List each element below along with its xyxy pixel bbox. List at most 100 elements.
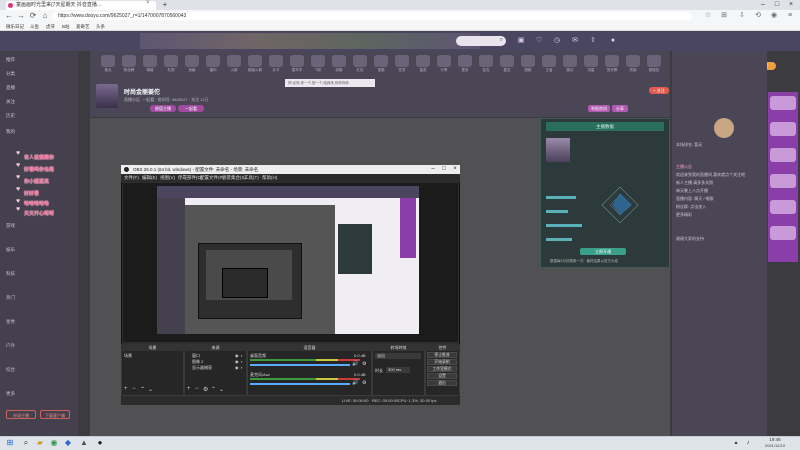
gift-icon[interactable]: [584, 55, 598, 67]
scene-up-icon[interactable]: ⌃: [140, 386, 145, 393]
obs-menu-item[interactable]: 场景集合(S): [222, 174, 246, 182]
clock-date[interactable]: 2021/12/10: [760, 443, 790, 448]
gift-icon[interactable]: [437, 55, 451, 67]
sidebar-item[interactable]: 更多: [6, 390, 15, 398]
gift-icon[interactable]: [395, 55, 409, 67]
windows-start-icon[interactable]: ⊞: [4, 437, 16, 449]
sidebar-item[interactable]: 我的: [6, 128, 15, 136]
gift-icon[interactable]: [626, 55, 640, 67]
tab-close-icon[interactable]: ×: [146, 0, 150, 6]
sidebar-item[interactable]: 游戏: [6, 222, 15, 230]
close-window-icon[interactable]: ×: [784, 0, 798, 10]
app-taskbar-icon[interactable]: ▲: [78, 437, 90, 449]
obs-menu-item[interactable]: 配置文件(P): [200, 174, 224, 182]
network-icon[interactable]: ▴: [730, 437, 742, 449]
speaker-icon[interactable]: 🔊: [352, 361, 358, 367]
source-remove-icon[interactable]: −: [195, 386, 199, 392]
obs-close-icon[interactable]: ×: [450, 165, 460, 174]
obs-menu-item[interactable]: 编辑(E): [142, 174, 157, 182]
gear-icon[interactable]: ⚙: [362, 380, 366, 386]
follow-button[interactable]: + 关注: [649, 87, 669, 94]
live-icon[interactable]: ▣: [516, 36, 526, 46]
card-action-button[interactable]: 立即开通: [580, 248, 626, 255]
download-client-button[interactable]: 下载客户端: [40, 410, 70, 419]
downloads-icon[interactable]: ⇩: [738, 12, 746, 20]
browser-taskbar-icon[interactable]: ◉: [48, 437, 60, 449]
transition-select[interactable]: 淡出: [375, 353, 421, 359]
sidebar-item[interactable]: 推荐: [6, 56, 15, 64]
gift-icon[interactable]: [479, 55, 493, 67]
source-item[interactable]: 显示器捕获: [192, 365, 212, 371]
gift-icon[interactable]: [500, 55, 514, 67]
clock-time[interactable]: 19:46: [760, 437, 790, 442]
eye-icon[interactable]: ◉: [235, 359, 239, 364]
stop-stream-button[interactable]: 停止推流: [427, 352, 457, 358]
gift-icon[interactable]: [164, 55, 178, 67]
source-add-icon[interactable]: +: [187, 386, 191, 392]
lock-icon[interactable]: ▪: [241, 365, 242, 370]
scene-remove-icon[interactable]: −: [132, 386, 136, 392]
gift-icon[interactable]: [416, 55, 430, 67]
promo-item[interactable]: [770, 96, 796, 110]
studio-mode-button[interactable]: 工作室模式: [427, 366, 457, 372]
profile-icon[interactable]: ◉: [770, 12, 778, 20]
bookmark-item[interactable]: B站: [62, 22, 70, 31]
obs-menu-item[interactable]: 视图(V): [160, 174, 175, 182]
browser-tab[interactable]: 童画画时光里来(7天星期天 抖音直播…: [6, 1, 156, 10]
history-icon[interactable]: ⟲: [754, 12, 762, 20]
lock-icon[interactable]: ▪: [241, 353, 242, 358]
obs-maximize-icon[interactable]: □: [439, 165, 449, 174]
sidebar-item[interactable]: 科技: [6, 270, 15, 278]
obs-menu-item[interactable]: 文件(F): [124, 174, 139, 182]
gift-icon[interactable]: [605, 55, 619, 67]
promo-item[interactable]: [770, 148, 796, 162]
sidebar-item[interactable]: 关注: [6, 98, 15, 106]
gift-icon[interactable]: [122, 55, 136, 67]
bookmark-item[interactable]: 头条: [96, 22, 105, 31]
exit-button[interactable]: 退出: [427, 380, 457, 386]
gift-icon[interactable]: [521, 55, 535, 67]
forward-icon[interactable]: →: [16, 10, 26, 22]
minimize-icon[interactable]: –: [756, 0, 770, 10]
obs-menu-item[interactable]: 停靠部件(D): [178, 174, 202, 182]
follow-icon[interactable]: ♡: [534, 36, 544, 46]
bookmark-item[interactable]: 虎牙: [46, 22, 55, 31]
gift-icon[interactable]: [290, 55, 304, 67]
eye-icon[interactable]: ◉: [235, 365, 239, 370]
search-taskbar-icon[interactable]: ⌕: [20, 437, 32, 449]
obs-taskbar-icon[interactable]: ●: [94, 437, 106, 449]
lock-icon[interactable]: ▪: [241, 359, 242, 364]
app-taskbar-icon[interactable]: ◆: [62, 437, 74, 449]
apply-streamer-button[interactable]: 申请主播: [6, 410, 36, 419]
gift-icon[interactable]: [248, 55, 262, 67]
gift-icon[interactable]: [206, 55, 220, 67]
url-input[interactable]: https://www.douyu.com/9625027_r=1/147000…: [52, 12, 692, 20]
gift-icon[interactable]: [563, 55, 577, 67]
gift-icon[interactable]: [227, 55, 241, 67]
reload-icon[interactable]: ⟳: [28, 10, 38, 22]
message-icon[interactable]: ✉: [570, 36, 580, 46]
promo-item[interactable]: [770, 200, 796, 214]
sidebar-item[interactable]: 历史: [6, 112, 15, 120]
gift-icon[interactable]: [311, 55, 325, 67]
back-icon[interactable]: ←: [4, 10, 14, 22]
duration-input[interactable]: 300 ms: [386, 367, 410, 373]
room-tag[interactable]: 一起看: [178, 105, 204, 112]
room-tag[interactable]: 颜值主播: [150, 105, 176, 112]
settings-button[interactable]: 设置: [427, 373, 457, 379]
gift-icon[interactable]: [458, 55, 472, 67]
speaker-icon[interactable]: 🔊: [352, 380, 358, 386]
obs-menu-item[interactable]: 帮助(H): [262, 174, 277, 182]
scene-item[interactable]: 场景: [124, 353, 132, 359]
streamer-avatar[interactable]: [96, 84, 118, 108]
sidebar-item[interactable]: 娱乐: [6, 246, 15, 254]
history-nav-icon[interactable]: ◷: [552, 36, 562, 46]
scene-add-icon[interactable]: +: [124, 386, 128, 392]
gift-icon[interactable]: [542, 55, 556, 67]
menu-icon[interactable]: ≡: [786, 12, 794, 20]
volume-taskbar-icon[interactable]: ♪: [742, 437, 754, 449]
share-button[interactable]: 分享: [612, 105, 628, 112]
gift-icon[interactable]: [374, 55, 388, 67]
gift-icon[interactable]: [332, 55, 346, 67]
gift-icon[interactable]: [353, 55, 367, 67]
